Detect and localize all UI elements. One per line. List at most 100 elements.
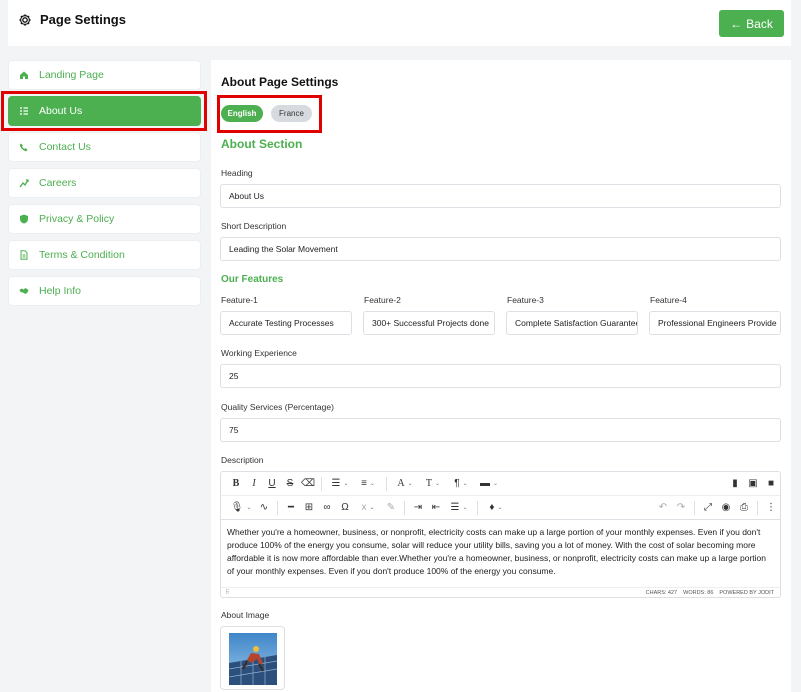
bullet-list-button[interactable]: ☰ ⌄ xyxy=(326,475,354,493)
feature-1-label: Feature-1 xyxy=(221,295,258,305)
resize-handle-icon[interactable]: ⠿ xyxy=(225,589,229,596)
back-label: Back xyxy=(746,16,773,31)
fullscreen-icon[interactable]: ⤢ xyxy=(699,499,717,517)
page-title-text: Page Settings xyxy=(40,12,126,27)
indent-icon[interactable]: ⇥ xyxy=(409,499,427,517)
more-options-icon[interactable]: ⋮ xyxy=(762,499,780,517)
sidebar-item-label: About Us xyxy=(39,105,83,117)
toolbar-divider xyxy=(321,476,322,491)
sidebar-item-label: Help Info xyxy=(39,285,82,297)
special-character-icon[interactable]: Ω xyxy=(336,499,354,517)
toolbar-divider xyxy=(404,500,405,515)
bold-button[interactable]: B xyxy=(227,475,245,493)
spellcheck-icon[interactable]: ∿ xyxy=(255,499,273,517)
shield-icon xyxy=(20,214,28,224)
language-tab-english[interactable]: English xyxy=(221,105,263,122)
sidebar: Landing Page About Us Contact Us Careers… xyxy=(8,60,201,312)
phone-icon xyxy=(19,143,28,152)
short-description-input[interactable]: Leading the Solar Movement xyxy=(220,237,781,261)
quality-services-label: Quality Services (Percentage) xyxy=(221,402,334,412)
feature-4-input[interactable]: Professional Engineers Provide xyxy=(649,311,781,335)
table-icon[interactable]: ⊞ xyxy=(300,499,318,517)
feature-2-label: Feature-2 xyxy=(364,295,401,305)
rich-text-editor[interactable]: B I U S ⌫ ☰ ⌄ ≡ ⌄ A ⌄ T ⌄ ¶ ⌄ ▬ ⌄ ▮ ▣ ■ 🎙 ⌄ ∿ ━… xyxy=(220,471,781,598)
video-icon[interactable]: ■ xyxy=(762,475,780,493)
image-icon[interactable]: ▣ xyxy=(744,475,762,493)
feature-3-input[interactable]: Complete Satisfaction Guarantee xyxy=(506,311,638,335)
sidebar-item-terms-condition[interactable]: Terms & Condition xyxy=(8,240,201,270)
gear-icon xyxy=(19,13,31,26)
heading-label: Heading xyxy=(221,168,253,178)
sidebar-item-landing-page[interactable]: Landing Page xyxy=(8,60,201,90)
language-tab-france[interactable]: France xyxy=(271,105,312,122)
sidebar-item-label: Terms & Condition xyxy=(39,249,125,261)
strikethrough-button[interactable]: S xyxy=(281,475,299,493)
page-header: Page Settings ← Back xyxy=(8,0,791,46)
quality-services-input[interactable]: 75 xyxy=(220,418,781,442)
toolbar-divider xyxy=(477,500,478,515)
editor-content[interactable]: Whether you're a homeowner, business, or… xyxy=(227,526,774,578)
underline-button[interactable]: U xyxy=(263,475,281,493)
feature-4-label: Feature-4 xyxy=(650,295,687,305)
toolbar-divider xyxy=(386,476,387,491)
print-icon[interactable]: ⎙ xyxy=(735,499,753,517)
working-experience-label: Working Experience xyxy=(221,348,297,358)
file-icon[interactable]: ▮ xyxy=(726,475,744,493)
short-description-label: Short Description xyxy=(221,221,287,231)
sidebar-item-label: Careers xyxy=(39,177,77,189)
back-button[interactable]: ← Back xyxy=(719,10,784,37)
working-experience-input[interactable]: 25 xyxy=(220,364,781,388)
toolbar-divider xyxy=(757,500,758,515)
preview-icon[interactable]: ◉ xyxy=(717,499,735,517)
feature-1-input[interactable]: Accurate Testing Processes xyxy=(220,311,352,335)
paragraph-button[interactable]: ¶ ⌄ xyxy=(447,475,475,493)
powered-by[interactable]: POWERED BY JODIT xyxy=(719,590,774,596)
editor-toolbar-row-2: 🎙 ⌄ ∿ ━ ⊞ ∞ Ω x ⌄ ✎ ⇥ ⇤ ☰ ⌄ ♦ ⌄ ↶ ↷ ⤢ ◉ ⎙ ⋮ xyxy=(221,496,780,520)
sidebar-item-contact-us[interactable]: Contact Us xyxy=(8,132,201,162)
horizontal-line-icon[interactable]: ━ xyxy=(282,499,300,517)
feature-3-label: Feature-3 xyxy=(507,295,544,305)
panel-title: About Page Settings xyxy=(221,75,339,89)
numbered-list-button[interactable]: ≡ ⌄ xyxy=(354,475,382,493)
page-title: Page Settings xyxy=(18,12,126,27)
editor-statusbar: ⠿ CHARS: 427 WORDS: 86 POWERED BY JODIT xyxy=(221,587,780,597)
link-icon[interactable]: ∞ xyxy=(318,499,336,517)
main-panel: About Page Settings English France About… xyxy=(211,60,791,692)
arrow-left-icon: ← xyxy=(730,16,743,31)
font-button[interactable]: A ⌄ xyxy=(391,475,419,493)
italic-button[interactable]: I xyxy=(245,475,263,493)
outdent-icon[interactable]: ⇤ xyxy=(427,499,445,517)
sidebar-item-careers[interactable]: Careers xyxy=(8,168,201,198)
about-image-thumbnail xyxy=(229,633,277,685)
toolbar-divider xyxy=(277,500,278,515)
line-height-button[interactable]: ▬ ⌄ xyxy=(475,475,503,493)
handshake-icon xyxy=(19,288,29,294)
document-icon xyxy=(20,250,28,260)
microphone-icon[interactable]: 🎙 ⌄ xyxy=(227,499,255,517)
subscript-icon[interactable]: x ⌄ xyxy=(354,499,382,517)
toolbar-divider xyxy=(694,500,695,515)
feature-2-input[interactable]: 300+ Successful Projects done xyxy=(363,311,495,335)
description-label: Description xyxy=(221,455,264,465)
home-icon xyxy=(20,71,28,79)
about-image-label: About Image xyxy=(221,610,270,620)
align-icon[interactable]: ☰ ⌄ xyxy=(445,499,473,517)
redo-icon[interactable]: ↷ xyxy=(672,499,690,517)
sidebar-item-label: Privacy & Policy xyxy=(39,213,115,225)
sidebar-item-help-info[interactable]: Help Info xyxy=(8,276,201,306)
sidebar-item-privacy-policy[interactable]: Privacy & Policy xyxy=(8,204,201,234)
section-title: About Section xyxy=(221,137,303,151)
about-image-upload[interactable] xyxy=(220,626,285,690)
sidebar-item-label: Contact Us xyxy=(39,141,91,153)
undo-icon[interactable]: ↶ xyxy=(654,499,672,517)
words-count: WORDS: 86 xyxy=(683,589,714,596)
eraser-icon[interactable]: ⌫ xyxy=(299,475,317,493)
career-icon xyxy=(19,179,29,188)
color-icon[interactable]: ♦ ⌄ xyxy=(482,499,510,517)
sidebar-item-about-us[interactable]: About Us xyxy=(8,96,201,126)
features-title: Our Features xyxy=(221,274,284,285)
font-size-button[interactable]: T ⌄ xyxy=(419,475,447,493)
paint-format-icon[interactable]: ✎ xyxy=(382,499,400,517)
editor-toolbar-row-1: B I U S ⌫ ☰ ⌄ ≡ ⌄ A ⌄ T ⌄ ¶ ⌄ ▬ ⌄ ▮ ▣ ■ xyxy=(221,472,780,496)
heading-input[interactable]: About Us xyxy=(220,184,781,208)
